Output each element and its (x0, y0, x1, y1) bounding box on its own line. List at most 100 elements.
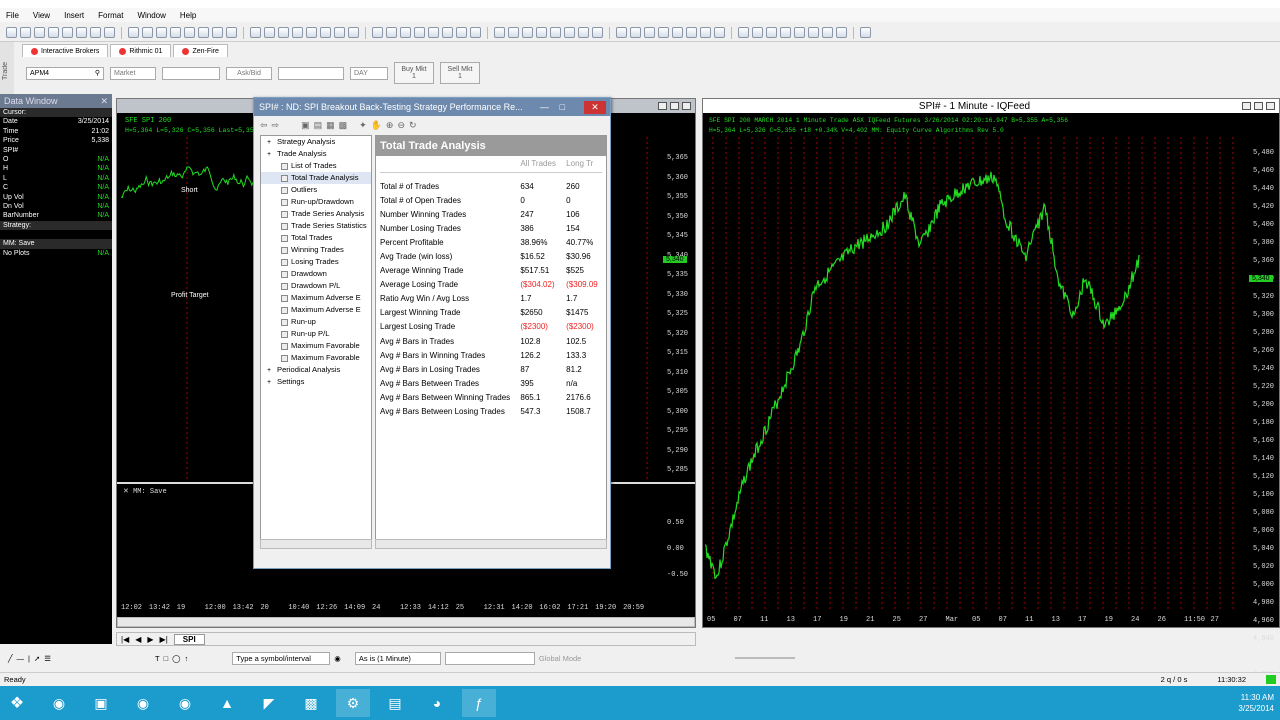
toolbar-button-icon[interactable] (156, 27, 167, 38)
zoom-out-icon[interactable]: ⊖ (397, 120, 405, 131)
maximize-icon[interactable]: □ (555, 102, 569, 113)
symbol-input[interactable]: APM4 ⚲ (26, 66, 104, 80)
vline-tool-icon[interactable]: | (28, 654, 30, 663)
hline-tool-icon[interactable]: — (17, 654, 25, 663)
line-tool-icon[interactable]: ╱ (8, 654, 13, 663)
sheet-tab-spi[interactable]: SPI (173, 633, 205, 645)
toolbar-button-icon[interactable] (470, 27, 481, 38)
back-icon[interactable]: ⇦ (260, 120, 268, 131)
tif-select[interactable]: DAY (350, 66, 388, 80)
save-icon[interactable]: ▣ (301, 120, 310, 131)
tradestation-icon[interactable]: ⚙ (336, 689, 370, 717)
menu-view[interactable]: View (33, 11, 50, 20)
ellipse-tool-icon[interactable]: ◯ (172, 654, 180, 663)
toolbar-button-icon[interactable] (428, 27, 439, 38)
toolbar-button-icon[interactable] (170, 27, 181, 38)
toolbar-button-icon[interactable] (90, 27, 101, 38)
interval-select[interactable]: As is (1 Minute) (354, 651, 441, 665)
tree-node[interactable]: + Trade Analysis (261, 148, 371, 160)
tree-node[interactable]: Total Trades (261, 232, 371, 244)
toolbar-button-icon[interactable] (456, 27, 467, 38)
chrome-icon[interactable]: ◕ (420, 689, 454, 717)
toolbar-button-icon[interactable] (198, 27, 209, 38)
toolbar-button-icon[interactable] (442, 27, 453, 38)
tree-node[interactable]: Drawdown P/L (261, 280, 371, 292)
trend-tool-icon[interactable]: ➚ (34, 654, 40, 663)
toolbar-button-icon[interactable] (48, 27, 59, 38)
account-select[interactable] (278, 66, 344, 80)
toolbar-button-icon[interactable] (104, 27, 115, 38)
tree-node[interactable]: + Strategy Analysis (261, 136, 371, 148)
toolbar-button-icon[interactable] (348, 27, 359, 38)
tree-scrollbar[interactable] (260, 539, 372, 549)
toolbar-button-icon[interactable] (766, 27, 777, 38)
menu-help[interactable]: Help (180, 11, 196, 20)
go-icon[interactable]: ◉ (334, 654, 341, 663)
trade-side-tab[interactable]: Trade (0, 42, 14, 97)
global-mode-label[interactable]: Global Mode (539, 654, 582, 663)
toolbar-button-icon[interactable] (212, 27, 223, 38)
toolbar-button-icon[interactable] (794, 27, 805, 38)
toolbar-button-icon[interactable] (860, 27, 871, 38)
zoom-slider[interactable] (735, 657, 796, 659)
close-icon[interactable]: ✕ (123, 488, 133, 496)
ie-icon[interactable]: ◉ (42, 689, 76, 717)
hand-icon[interactable]: ✋ (371, 120, 382, 131)
search-icon[interactable]: ⚲ (95, 69, 100, 77)
tab-rithmic[interactable]: Rithmic 01 (110, 44, 172, 57)
toolbar-button-icon[interactable] (592, 27, 603, 38)
tree-node[interactable]: Maximum Favorable (261, 352, 371, 364)
arrow-tool-icon[interactable]: ↑ (185, 654, 189, 663)
print-icon[interactable]: ▦ (326, 120, 335, 131)
app-icon[interactable]: ƒ (462, 689, 496, 717)
tree-node[interactable]: Total Trade Analysis (261, 172, 371, 184)
toolbar-button-icon[interactable] (6, 27, 17, 38)
rect-tool-icon[interactable]: □ (164, 654, 169, 663)
tab-zen-fire[interactable]: Zen-Fire (173, 44, 228, 57)
tree-node[interactable]: Outliers (261, 184, 371, 196)
tree-node[interactable]: Maximum Favorable (261, 340, 371, 352)
toolbar-button-icon[interactable] (508, 27, 519, 38)
tree-node[interactable]: + Periodical Analysis (261, 364, 371, 376)
toolbar-button-icon[interactable] (400, 27, 411, 38)
maximize-icon[interactable] (1253, 102, 1263, 110)
toolbar-button-icon[interactable] (550, 27, 561, 38)
report-scrollbar[interactable] (375, 539, 607, 549)
cursor-input[interactable] (444, 651, 535, 665)
toolbar-button-icon[interactable] (76, 27, 87, 38)
toolbar-button-icon[interactable] (278, 27, 289, 38)
tree-node[interactable]: List of Trades (261, 160, 371, 172)
menu-window[interactable]: Window (137, 11, 165, 20)
toolbar-button-icon[interactable] (292, 27, 303, 38)
start-button-icon[interactable]: ❖ (0, 689, 34, 717)
toolbar-button-icon[interactable] (128, 27, 139, 38)
toolbar-button-icon[interactable] (20, 27, 31, 38)
next-sheet-icon[interactable]: ▶ (147, 635, 153, 644)
pointer-icon[interactable]: ✦ (359, 120, 367, 131)
toolbar-button-icon[interactable] (264, 27, 275, 38)
toolbar-button-icon[interactable] (536, 27, 547, 38)
dtn-icon[interactable]: ◉ (168, 689, 202, 717)
app-icon[interactable]: ▤ (378, 689, 412, 717)
text-tool-icon[interactable]: T (155, 654, 160, 663)
app-icon[interactable]: ◤ (252, 689, 286, 717)
toolbar-button-icon[interactable] (184, 27, 195, 38)
toolbar-button-icon[interactable] (578, 27, 589, 38)
tree-node[interactable]: Winning Trades (261, 244, 371, 256)
ask-bid-button[interactable]: Ask/Bid (226, 66, 272, 80)
toolbar-button-icon[interactable] (644, 27, 655, 38)
toolbar-button-icon[interactable] (808, 27, 819, 38)
toolbar-button-icon[interactable] (414, 27, 425, 38)
toolbar-button-icon[interactable] (306, 27, 317, 38)
toolbar-button-icon[interactable] (616, 27, 627, 38)
explorer-icon[interactable]: ▣ (84, 689, 118, 717)
toolbar-button-icon[interactable] (752, 27, 763, 38)
toolbar-button-icon[interactable] (250, 27, 261, 38)
copy-icon[interactable]: ▤ (314, 120, 323, 131)
export-icon[interactable]: ▩ (339, 120, 348, 131)
toolbar-button-icon[interactable] (494, 27, 505, 38)
prev-sheet-icon[interactable]: ◀ (135, 635, 141, 644)
first-sheet-icon[interactable]: |◀ (121, 635, 129, 644)
close-icon[interactable] (1265, 102, 1275, 110)
toolbar-button-icon[interactable] (564, 27, 575, 38)
